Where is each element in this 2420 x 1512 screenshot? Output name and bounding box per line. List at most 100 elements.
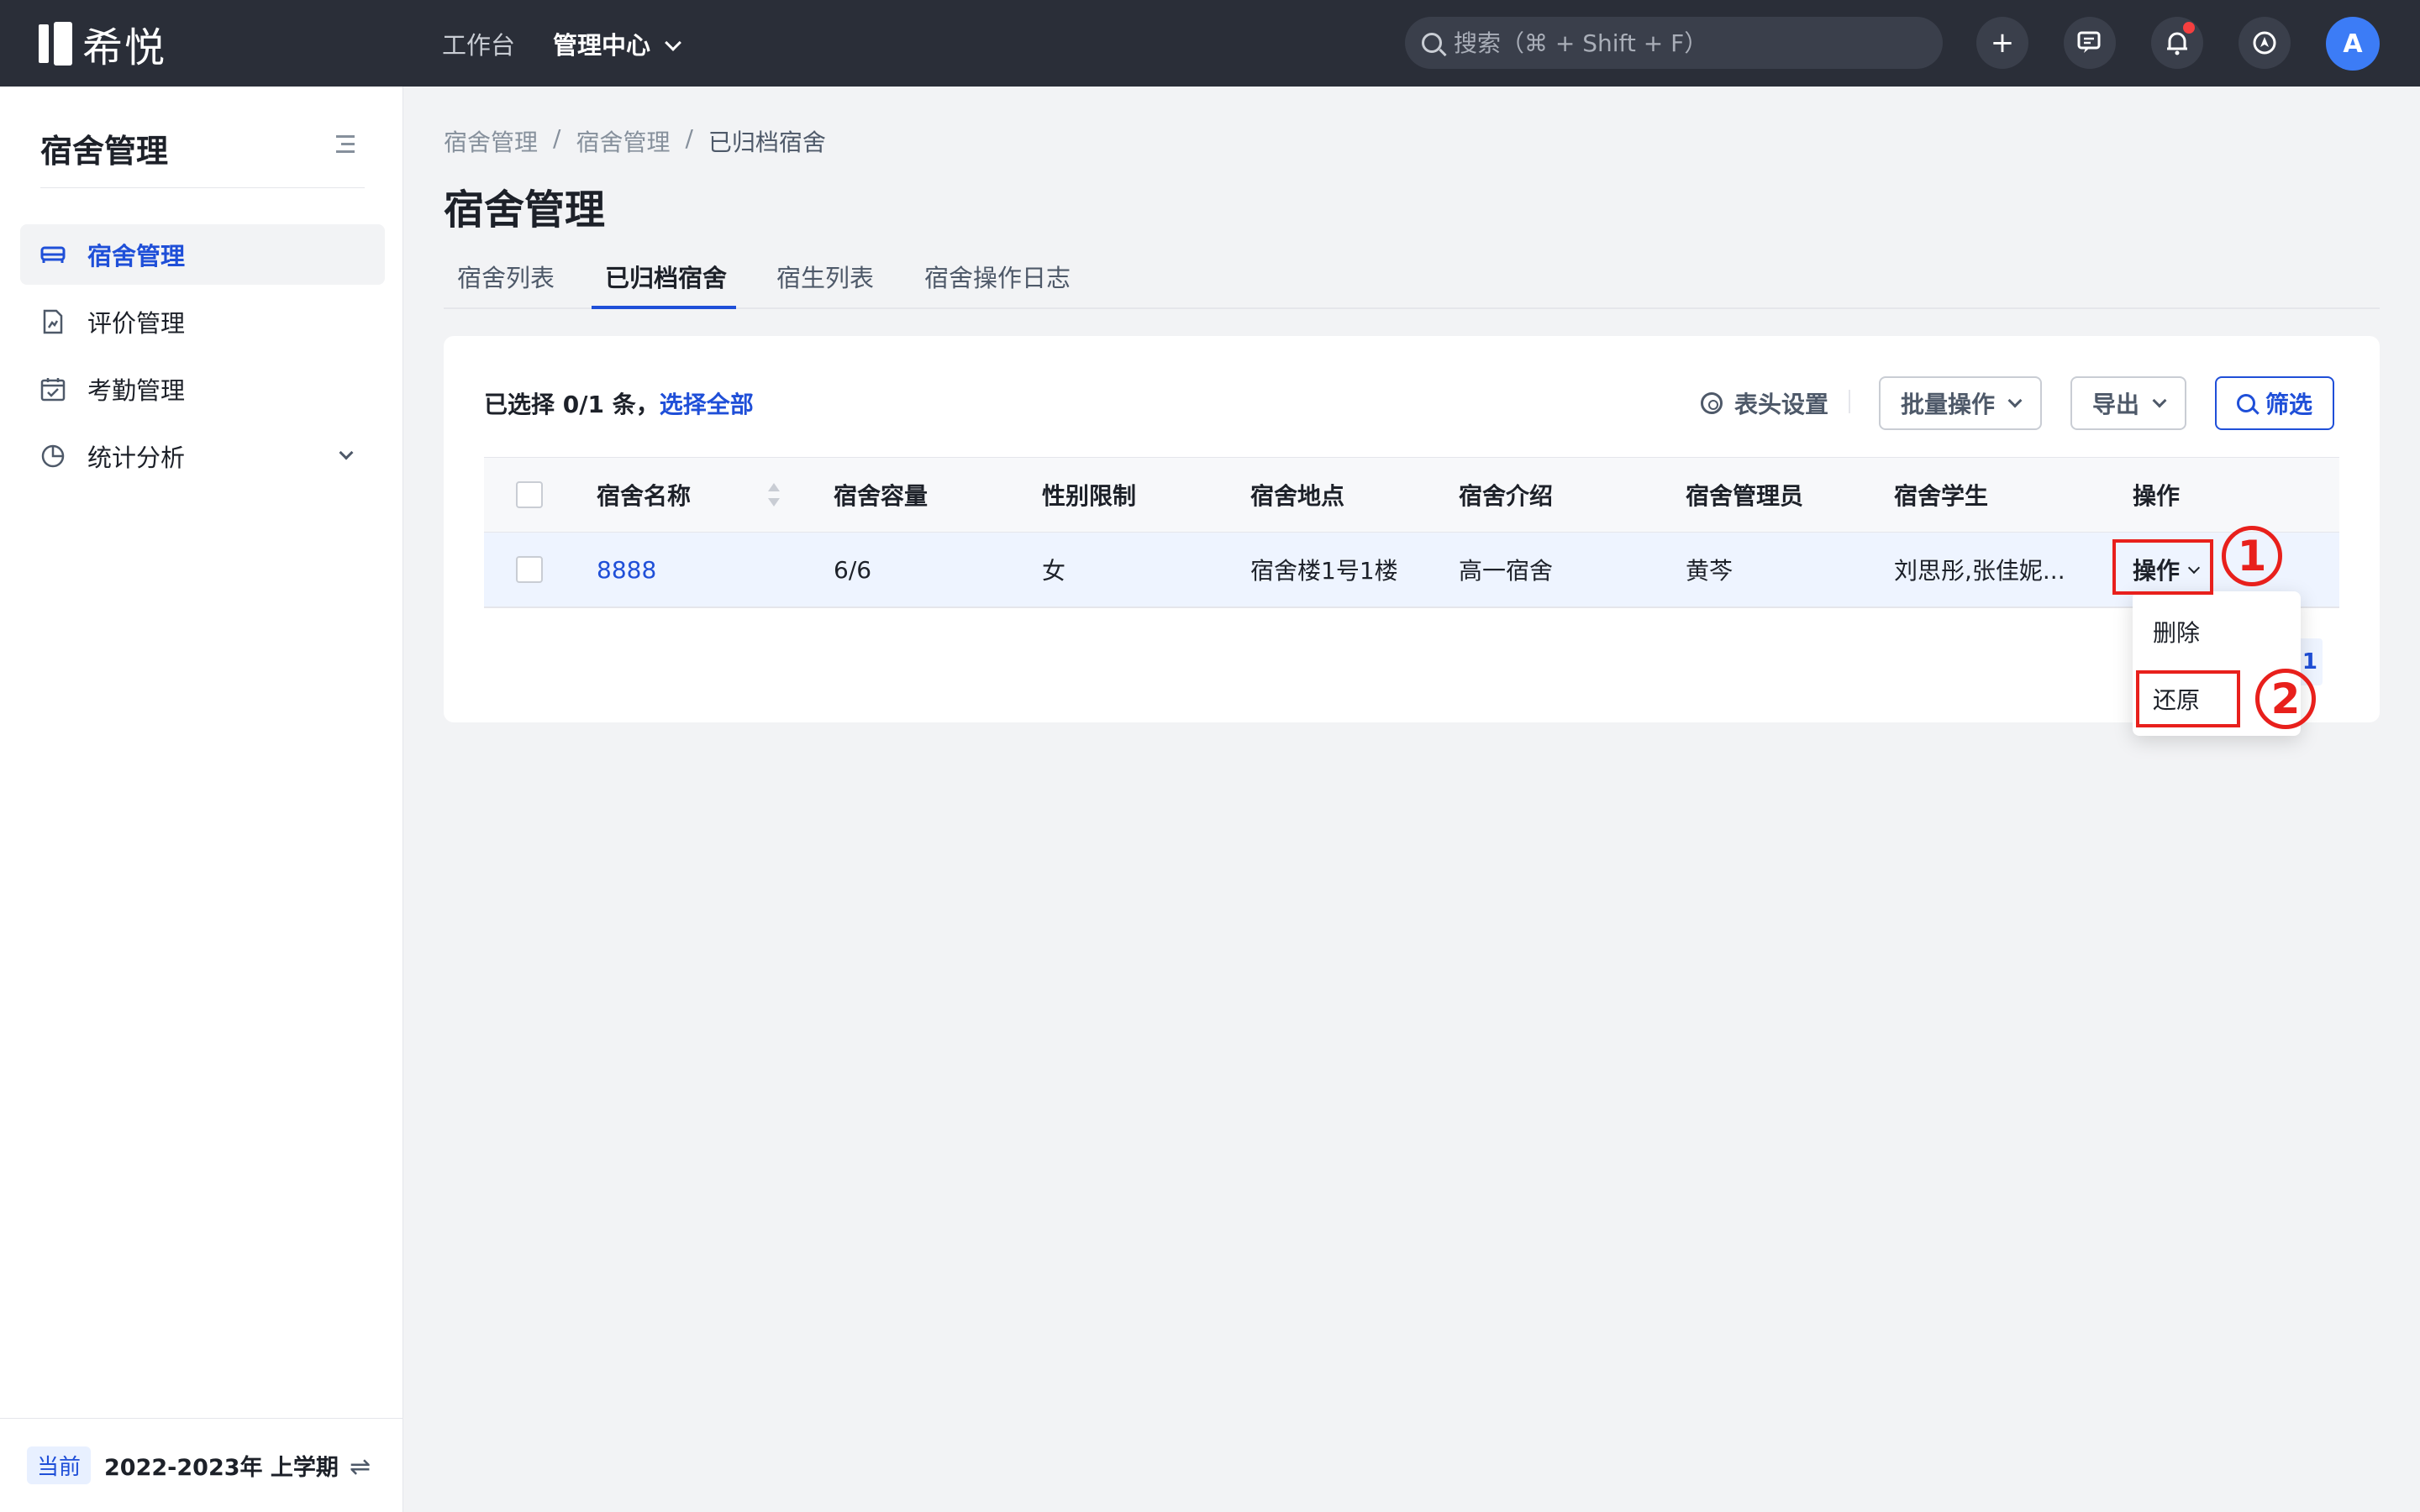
breadcrumb-item[interactable]: 宿舍管理: [576, 124, 670, 158]
search-input[interactable]: [1454, 29, 1924, 57]
app-logo[interactable]: 希悦: [39, 20, 166, 71]
batch-operations-label: 批量操作: [1901, 391, 1996, 418]
tab-bar: 宿舍列表 已归档宿舍 宿生列表 宿舍操作日志: [444, 245, 2380, 309]
cell-manager: 黄芩: [1686, 557, 1733, 585]
column-header-name[interactable]: 宿舍名称: [597, 458, 691, 532]
cell-gender: 女: [1042, 557, 1066, 585]
column-header-location: 宿舍地点: [1250, 482, 1345, 510]
logo-mark-icon: [39, 22, 72, 66]
search-icon: [1422, 33, 1442, 53]
term-switcher[interactable]: 当前 2022-2023年 上学期 ⇌: [0, 1418, 403, 1512]
sidebar: 宿舍管理 宿舍管理 评价管理 考勤管理 统计分析 当前 2022-2023年 上…: [0, 87, 403, 1512]
chat-icon: [2077, 31, 2101, 53]
column-header-capacity: 宿舍容量: [834, 482, 929, 510]
sidebar-item-label: 考勤管理: [87, 376, 186, 405]
chevron-down-icon: [665, 34, 681, 51]
cell-intro: 高一宿舍: [1459, 557, 1554, 585]
tab-archived-dorms[interactable]: 已归档宿舍: [605, 259, 727, 294]
column-header-intro: 宿舍介绍: [1459, 482, 1554, 510]
app-switch-button[interactable]: [2238, 17, 2291, 69]
column-header-gender: 性别限制: [1042, 482, 1137, 510]
bell-icon: [2167, 32, 2187, 55]
collapse-sidebar-icon[interactable]: [333, 135, 355, 154]
toolbar-divider: [1849, 390, 1850, 413]
chevron-down-icon: [339, 445, 354, 460]
active-tab-indicator: [592, 306, 736, 309]
sidebar-item-label: 统计分析: [87, 444, 186, 472]
sidebar-item-attendance[interactable]: 考勤管理: [20, 359, 385, 419]
sidebar-title: 宿舍管理: [40, 133, 169, 170]
table-row: 8888 6/6 女 宿舍楼1号1楼 高一宿舍 黄芩 刘思彤,张佳妮... 操作: [484, 533, 2339, 608]
step-marker-1: 1: [2222, 526, 2282, 586]
app-name: 希悦: [82, 24, 167, 71]
highlight-box-actions: [2112, 539, 2213, 595]
breadcrumb-item[interactable]: 宿舍管理: [444, 124, 538, 158]
messages-button[interactable]: [2064, 17, 2116, 69]
select-all-checkbox-cell: [516, 458, 543, 532]
export-label: 导出: [2092, 391, 2140, 418]
table-header: 宿舍名称 宿舍容量 性别限制 宿舍地点 宿舍介绍 宿舍管理员 宿舍学生 操作: [484, 457, 2339, 533]
step-marker-2: 2: [2255, 669, 2316, 729]
sidebar-item-evaluation[interactable]: 评价管理: [20, 291, 385, 352]
header-settings-button[interactable]: 表头设置: [1701, 386, 1828, 420]
sidebar-item-label: 评价管理: [87, 309, 186, 338]
selection-count: 已选择 0/1 条，: [484, 391, 660, 418]
chevron-down-icon: [2152, 393, 2167, 408]
pie-chart-icon: [40, 444, 66, 469]
current-term-tag: 当前: [27, 1446, 92, 1484]
table-card: 已选择 0/1 条，选择全部 表头设置 批量操作 导出 筛选 宿舍名称 宿舍容量…: [444, 336, 2380, 722]
header-settings-label: 表头设置: [1734, 391, 1829, 418]
row-checkbox-cell: [516, 533, 543, 606]
selection-info: 已选择 0/1 条，选择全部: [484, 386, 754, 420]
select-all-checkbox[interactable]: [516, 481, 543, 508]
dorm-table: 宿舍名称 宿舍容量 性别限制 宿舍地点 宿舍介绍 宿舍管理员 宿舍学生 操作 8…: [484, 457, 2339, 608]
cell-capacity: 6/6: [834, 555, 872, 584]
sidebar-item-statistics[interactable]: 统计分析: [20, 426, 385, 486]
plus-icon: +: [1990, 26, 2015, 60]
page-title: 宿舍管理: [444, 186, 606, 234]
menu-item-delete[interactable]: 删除: [2153, 615, 2200, 648]
avatar[interactable]: A: [2326, 17, 2380, 71]
column-header-students: 宿舍学生: [1894, 482, 1989, 510]
tab-operation-log[interactable]: 宿舍操作日志: [924, 259, 1071, 294]
select-all-link[interactable]: 选择全部: [660, 391, 754, 418]
nav-admin-center[interactable]: 管理中心: [553, 26, 681, 61]
bed-icon: [40, 242, 66, 267]
sort-icon[interactable]: [768, 483, 780, 507]
breadcrumb-separator: /: [685, 124, 693, 152]
compass-icon: [2253, 31, 2276, 55]
sidebar-divider: [40, 187, 365, 188]
evaluation-doc-icon: [40, 309, 66, 334]
nav-admin-center-label: 管理中心: [553, 31, 651, 60]
current-term: 2022-2023年 上学期: [104, 1455, 339, 1481]
highlight-box-restore: [2136, 670, 2240, 727]
export-button[interactable]: 导出: [2070, 376, 2187, 430]
chevron-down-icon: [2007, 393, 2023, 408]
tab-dorm-list[interactable]: 宿舍列表: [457, 259, 555, 294]
batch-operations-button[interactable]: 批量操作: [1879, 376, 2043, 430]
breadcrumb: 宿舍管理 / 宿舍管理 / 已归档宿舍: [444, 124, 826, 158]
calendar-check-icon: [40, 376, 66, 402]
column-header-actions: 操作: [2133, 482, 2181, 510]
sidebar-item-dorm-management[interactable]: 宿舍管理: [20, 224, 385, 285]
search-icon: [2237, 394, 2255, 412]
row-checkbox[interactable]: [516, 556, 543, 583]
global-search[interactable]: [1405, 17, 1943, 69]
filter-button[interactable]: 筛选: [2215, 376, 2335, 430]
cell-location: 宿舍楼1号1楼: [1250, 557, 1398, 585]
add-button[interactable]: +: [1976, 17, 2028, 69]
tab-resident-list[interactable]: 宿生列表: [776, 259, 874, 294]
switch-arrows-icon[interactable]: ⇌: [350, 1452, 375, 1482]
breadcrumb-separator: /: [553, 124, 561, 152]
dorm-name-link[interactable]: 8888: [597, 533, 656, 606]
notifications-button[interactable]: [2151, 17, 2203, 69]
top-bar: 希悦 工作台 管理中心 + A: [0, 0, 2420, 87]
nav-workbench[interactable]: 工作台: [442, 26, 515, 61]
cell-students: 刘思彤,张佳妮...: [1894, 557, 2065, 585]
notification-dot: [2183, 22, 2195, 34]
filter-label: 筛选: [2265, 391, 2313, 418]
column-header-manager: 宿舍管理员: [1686, 482, 1804, 510]
sidebar-item-label: 宿舍管理: [87, 242, 186, 270]
gear-icon: [1701, 392, 1723, 414]
breadcrumb-current: 已归档宿舍: [708, 129, 826, 156]
